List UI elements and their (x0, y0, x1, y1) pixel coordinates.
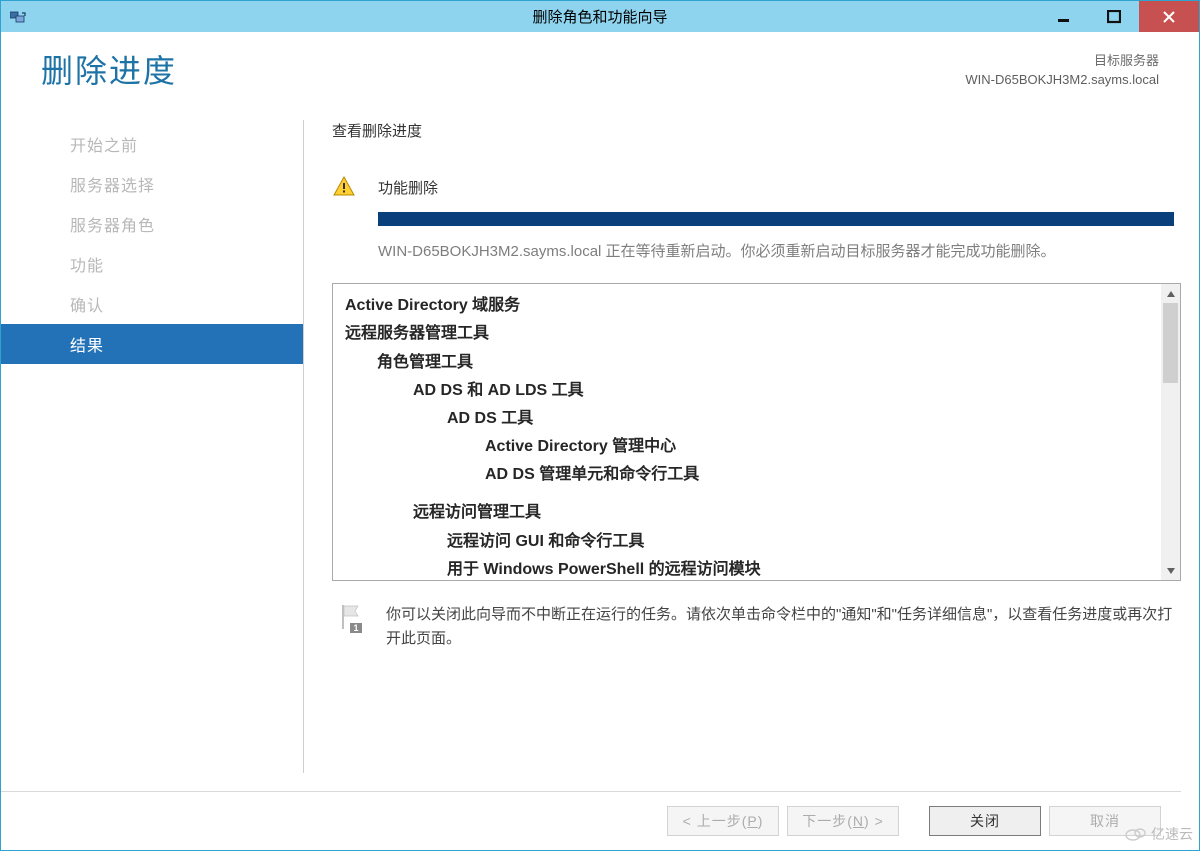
sidebar-item-features: 功能 (1, 244, 303, 284)
flag-icon: 1 (338, 603, 366, 633)
header-row: 删除进度 目标服务器 WIN-D65BOKJH3M2.sayms.local (1, 46, 1181, 92)
results-scrollbar[interactable] (1161, 284, 1180, 580)
results-list: Active Directory 域服务 远程服务器管理工具 角色管理工具 AD… (333, 284, 1161, 580)
wizard-body: 删除进度 目标服务器 WIN-D65BOKJH3M2.sayms.local 开… (1, 32, 1199, 850)
section-title: 查看删除进度 (332, 120, 1181, 141)
progress-bar (378, 212, 1174, 226)
page-title: 删除进度 (41, 46, 177, 92)
sidebar: 开始之前 服务器选择 服务器角色 功能 确认 结果 (1, 120, 304, 773)
content-pane: 查看删除进度 功能删除 WIN-D65BO (304, 120, 1181, 773)
result-item: 远程访问 GUI 和命令行工具 (345, 528, 1151, 556)
warning-icon (332, 175, 356, 199)
tip-row: 1 你可以关闭此向导而不中断正在运行的任务。请依次单击命令栏中的"通知"和"任务… (332, 603, 1181, 650)
result-item: Active Directory 管理中心 (345, 433, 1151, 461)
scroll-up-button[interactable] (1161, 284, 1180, 303)
next-button: 下一步(N) > (787, 806, 899, 836)
sidebar-item-server-select: 服务器选择 (1, 164, 303, 204)
result-item: 角色管理工具 (345, 349, 1151, 377)
sidebar-item-results[interactable]: 结果 (1, 324, 303, 364)
previous-button: < 上一步(P) (667, 806, 779, 836)
window-controls (1039, 1, 1199, 32)
columns: 开始之前 服务器选择 服务器角色 功能 确认 结果 查看删除进度 (1, 120, 1181, 773)
status-heading: 功能删除 (378, 177, 1181, 198)
status-message: WIN-D65BOKJH3M2.sayms.local 正在等待重新启动。你必须… (378, 240, 1174, 263)
footer-buttons: < 上一步(P) 下一步(N) > 关闭 取消 (1, 791, 1181, 836)
result-item: 远程访问管理工具 (345, 499, 1151, 527)
result-item: AD DS 管理单元和命令行工具 (345, 461, 1151, 489)
window-title: 删除角色和功能向导 (1, 6, 1199, 27)
target-server-box: 目标服务器 WIN-D65BOKJH3M2.sayms.local (965, 46, 1159, 90)
progress-fill (378, 212, 1174, 226)
titlebar: 删除角色和功能向导 (1, 1, 1199, 32)
scroll-down-button[interactable] (1161, 561, 1180, 580)
result-item: AD DS 工具 (345, 405, 1151, 433)
cancel-button: 取消 (1049, 806, 1161, 836)
target-server-name: WIN-D65BOKJH3M2.sayms.local (965, 71, 1159, 90)
result-item: Active Directory 域服务 (345, 292, 1151, 320)
wizard-window: 删除角色和功能向导 删除进度 目标服务器 WIN-D65BOKJH3M2.say… (0, 0, 1200, 851)
sidebar-item-confirm: 确认 (1, 284, 303, 324)
scroll-thumb[interactable] (1163, 303, 1178, 383)
result-item: 远程服务器管理工具 (345, 320, 1151, 348)
app-icon (10, 10, 28, 24)
result-item: AD DS 和 AD LDS 工具 (345, 377, 1151, 405)
status-column: 功能删除 WIN-D65BOKJH3M2.sayms.local 正在等待重新启… (378, 177, 1181, 263)
tip-text: 你可以关闭此向导而不中断正在运行的任务。请依次单击命令栏中的"通知"和"任务详细… (386, 603, 1176, 650)
svg-text:1: 1 (353, 623, 358, 633)
sidebar-item-server-roles: 服务器角色 (1, 204, 303, 244)
status-row: 功能删除 WIN-D65BOKJH3M2.sayms.local 正在等待重新启… (332, 177, 1181, 263)
sidebar-item-before-begin: 开始之前 (1, 124, 303, 164)
target-server-label: 目标服务器 (965, 52, 1159, 71)
minimize-button[interactable] (1039, 1, 1089, 32)
close-wizard-button[interactable]: 关闭 (929, 806, 1041, 836)
maximize-button[interactable] (1089, 1, 1139, 32)
close-button[interactable] (1139, 1, 1199, 32)
results-box: Active Directory 域服务 远程服务器管理工具 角色管理工具 AD… (332, 283, 1181, 581)
result-item: 用于 Windows PowerShell 的远程访问模块 (345, 556, 1151, 581)
scroll-track[interactable] (1161, 303, 1180, 561)
